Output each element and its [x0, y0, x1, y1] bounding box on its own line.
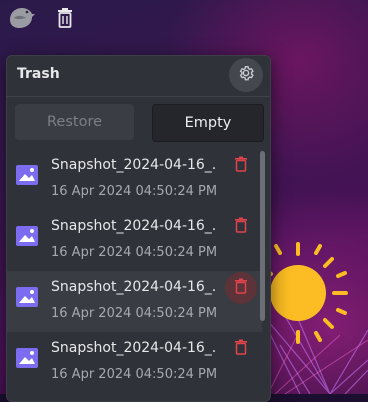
delete-button[interactable]: [225, 272, 257, 304]
image-icon: [16, 165, 38, 185]
trash-list: Snapshot_2024-04-16_... 16 Apr 2024 04:5…: [7, 149, 262, 401]
trash-icon[interactable]: [56, 7, 74, 29]
list-item[interactable]: Snapshot_2024-04-16_... 16 Apr 2024 04:5…: [7, 149, 262, 210]
list-item[interactable]: Snapshot_2024-04-16_... 16 Apr 2024 04:5…: [7, 271, 262, 332]
trash-icon: [234, 156, 248, 176]
gear-icon: [237, 64, 255, 86]
item-name: Snapshot_2024-04-16_...: [51, 340, 216, 356]
delete-button[interactable]: [225, 211, 257, 243]
delete-button[interactable]: [225, 150, 257, 182]
trash-icon: [234, 217, 248, 237]
image-icon: [16, 287, 38, 307]
item-date: 16 Apr 2024 04:50:24 PM: [51, 184, 218, 199]
restore-button[interactable]: Restore: [15, 104, 134, 140]
empty-button[interactable]: Empty: [152, 104, 264, 142]
popup-header: Trash: [7, 56, 270, 96]
popup-title: Trash: [17, 66, 60, 82]
scrollbar[interactable]: [260, 151, 265, 321]
image-icon: [16, 348, 38, 368]
header-divider: [7, 96, 270, 97]
trash-icon: [234, 339, 248, 359]
item-name: Snapshot_2024-04-16_...: [51, 279, 216, 295]
item-date: 16 Apr 2024 04:50:24 PM: [51, 367, 218, 382]
item-name: Snapshot_2024-04-16_...: [51, 218, 216, 234]
bird-icon[interactable]: [6, 2, 36, 32]
settings-button[interactable]: [229, 58, 263, 92]
item-date: 16 Apr 2024 04:50:24 PM: [51, 245, 218, 260]
trash-icon: [234, 278, 248, 298]
list-item[interactable]: Snapshot_2024-04-16_... 16 Apr 2024 04:5…: [7, 332, 262, 393]
item-name: Snapshot_2024-04-16_...: [51, 157, 216, 173]
list-item[interactable]: Snapshot_2024-04-16_... 16 Apr 2024 04:5…: [7, 210, 262, 271]
trash-popup: Trash Restore Empty Snapshot_2024-04-16_…: [6, 55, 271, 402]
image-icon: [16, 226, 38, 246]
item-date: 16 Apr 2024 04:50:24 PM: [51, 306, 218, 321]
delete-button[interactable]: [225, 333, 257, 365]
